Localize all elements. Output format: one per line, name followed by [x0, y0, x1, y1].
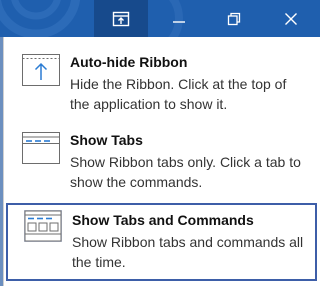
- menu-item-show-tabs[interactable]: Show Tabs Show Ribbon tabs only. Click a…: [6, 121, 317, 197]
- show-tabs-and-commands-icon: [24, 210, 62, 242]
- minimize-icon: [173, 20, 185, 23]
- restore-icon: [227, 12, 241, 25]
- menu-item-description: Show Ribbon tabs only. Click a tab to sh…: [70, 154, 301, 190]
- menu-item-description: Show Ribbon tabs and commands all the ti…: [72, 234, 304, 270]
- close-button[interactable]: [268, 0, 314, 37]
- auto-hide-ribbon-icon: [22, 54, 60, 86]
- ribbon-display-options-menu: Auto-hide Ribbon Hide the Ribbon. Click …: [3, 37, 320, 286]
- menu-item-title: Show Tabs and Commands: [72, 212, 254, 228]
- menu-item-show-tabs-and-commands[interactable]: Show Tabs and Commands Show Ribbon tabs …: [6, 203, 317, 281]
- restore-button[interactable]: [211, 0, 257, 37]
- title-bar: [0, 0, 320, 37]
- menu-item-description: Hide the Ribbon. Click at the top of the…: [70, 76, 287, 112]
- menu-item-title: Auto-hide Ribbon: [70, 54, 188, 70]
- close-icon: [285, 12, 297, 25]
- minimize-button[interactable]: [156, 0, 202, 37]
- ribbon-display-options-button[interactable]: [94, 0, 148, 37]
- menu-item-auto-hide-ribbon[interactable]: Auto-hide Ribbon Hide the Ribbon. Click …: [6, 43, 317, 119]
- ribbon-display-options-icon: [112, 11, 130, 26]
- menu-item-title: Show Tabs: [70, 132, 143, 148]
- show-tabs-icon: [22, 132, 60, 164]
